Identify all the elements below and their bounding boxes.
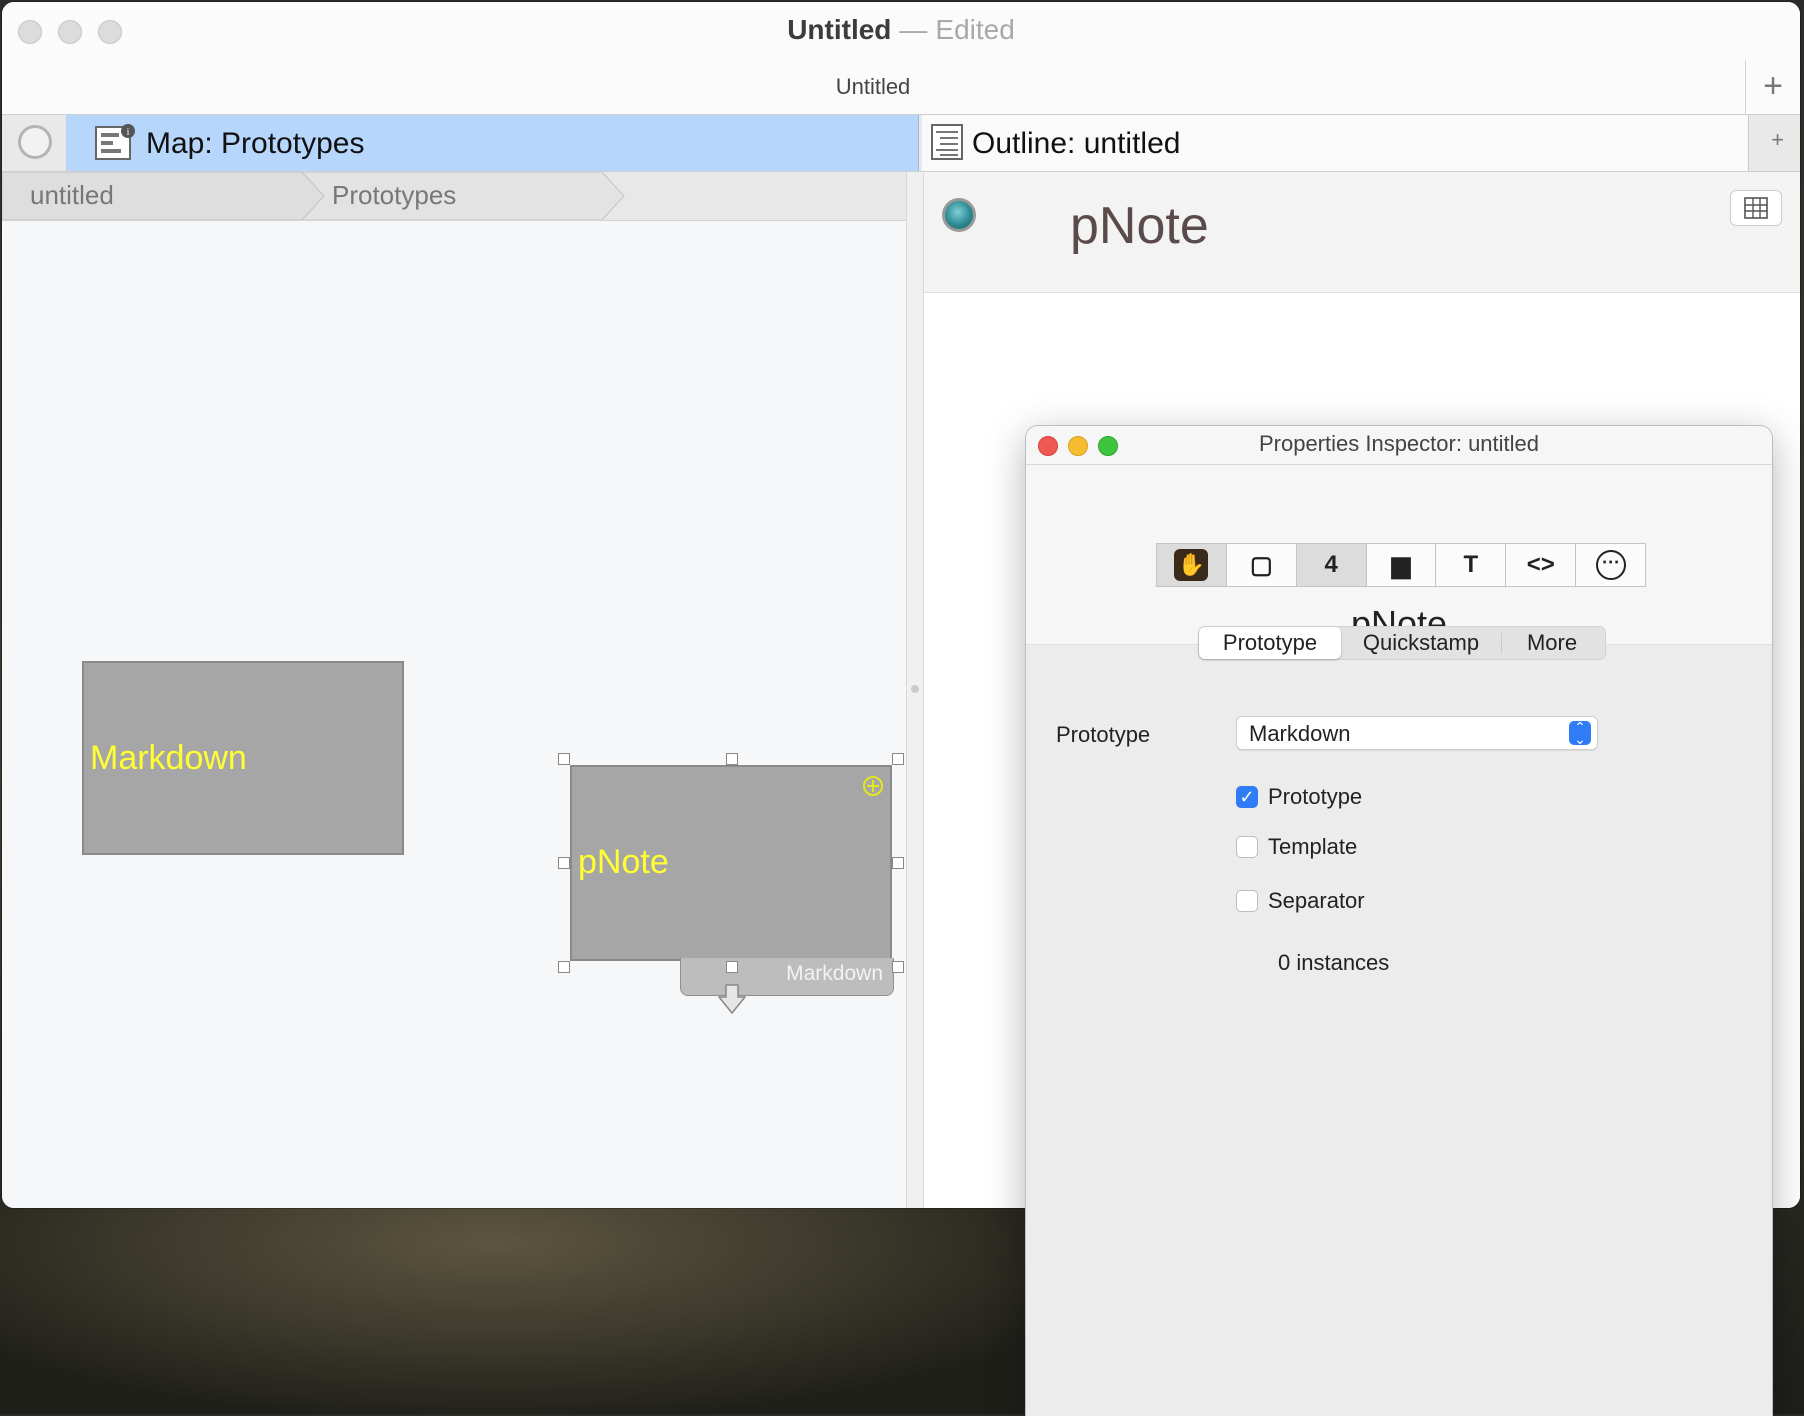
title-bar: Untitled — Edited Untitled +	[2, 2, 1800, 115]
inspector-title-bar: Properties Inspector: untitled	[1026, 426, 1772, 465]
breadcrumb-item-untitled[interactable]: untitled	[30, 172, 114, 220]
view-tabs: i Map: Prototypes Outline: untitled +	[2, 115, 1800, 172]
window-title: Untitled — Edited	[787, 14, 1015, 45]
properties-inspector: Properties Inspector: untitled ✋ ▢ 4 ▆ T…	[1026, 426, 1772, 1416]
svg-text:i: i	[127, 127, 130, 138]
prototype-select[interactable]: Markdown ⌃ ⌄	[1236, 716, 1598, 750]
tab-outline-label: Outline: untitled	[972, 127, 1181, 160]
segment-more[interactable]: More	[1502, 627, 1602, 659]
map-canvas[interactable]: Markdown pNote Markdown	[2, 221, 906, 1208]
prototype-select-value: Markdown	[1249, 721, 1351, 746]
note-title: pNote	[578, 843, 669, 881]
code-icon[interactable]: <>	[1506, 544, 1577, 586]
prototype-hand-icon[interactable]: ✋	[1157, 544, 1227, 586]
resize-handle[interactable]	[558, 753, 570, 765]
resize-handle[interactable]	[726, 961, 738, 973]
inspector-panel	[1026, 644, 1772, 1416]
document-tab[interactable]: Untitled	[2, 74, 1744, 100]
window-icon[interactable]: ▆	[1367, 544, 1437, 586]
note-title: Markdown	[90, 739, 247, 777]
pane-splitter[interactable]	[906, 172, 924, 1208]
desktop-background	[0, 1200, 1100, 1414]
breadcrumb: untitled Prototypes	[2, 172, 906, 221]
instances-count: 0 instances	[1278, 950, 1390, 975]
view-toggle-circle[interactable]	[18, 125, 52, 159]
resize-handle[interactable]	[558, 961, 570, 973]
breadcrumb-item-prototypes[interactable]: Prototypes	[332, 172, 456, 220]
prototype-tab-label: Markdown	[786, 962, 883, 985]
note-pnote[interactable]: pNote	[570, 765, 892, 961]
resize-handle[interactable]	[892, 857, 904, 869]
tab-outline-untitled[interactable]: Outline: untitled	[922, 115, 1749, 171]
checkbox-unchecked-icon[interactable]	[1236, 836, 1258, 858]
checkbox-checked-icon[interactable]: ✓	[1236, 786, 1258, 808]
text-icon[interactable]: T	[1436, 544, 1507, 586]
prototype-field-label: Prototype	[1056, 722, 1151, 747]
inspector-title: Properties Inspector: untitled	[1258, 431, 1540, 456]
chevron-updown-icon: ⌃ ⌄	[1569, 720, 1591, 746]
segment-quickstamp[interactable]: Quickstamp	[1341, 632, 1502, 654]
checkbox-unchecked-icon[interactable]	[1236, 890, 1258, 912]
tab-map-prototypes[interactable]: i Map: Prototypes	[66, 115, 919, 171]
inspector-toolbar: ✋ ▢ 4 ▆ T <> ⋯	[1156, 543, 1646, 587]
outline-view-icon	[931, 124, 963, 160]
down-arrow-icon	[718, 984, 746, 1015]
resize-handle[interactable]	[892, 753, 904, 765]
edited-status: Edited	[935, 14, 1015, 45]
table-icon	[1744, 197, 1768, 219]
outline-note-title[interactable]: pNote	[1070, 196, 1209, 256]
new-tab-button[interactable]: +	[1745, 60, 1800, 114]
note-status-icon[interactable]	[942, 198, 976, 232]
number-badge-icon[interactable]: 4	[1296, 544, 1367, 586]
page-icon[interactable]: ▢	[1227, 544, 1297, 586]
segment-prototype[interactable]: Prototype	[1199, 627, 1341, 659]
outline-header: pNote	[924, 172, 1800, 293]
add-view-tab-button[interactable]: +	[1771, 127, 1784, 153]
resize-handle[interactable]	[726, 753, 738, 765]
splitter-grip	[911, 685, 919, 693]
table-view-button[interactable]	[1730, 190, 1782, 226]
tab-map-label: Map: Prototypes	[146, 127, 365, 160]
prototype-tab[interactable]: Markdown	[680, 958, 894, 996]
more-icon[interactable]: ⋯	[1576, 544, 1645, 586]
note-markdown[interactable]: Markdown	[82, 661, 404, 855]
inspector-segmented-control: Prototype Quickstamp More	[1198, 626, 1606, 660]
resize-handle[interactable]	[892, 961, 904, 973]
add-child-icon[interactable]	[862, 775, 884, 797]
resize-handle[interactable]	[558, 857, 570, 869]
map-view-icon: i	[95, 124, 135, 160]
